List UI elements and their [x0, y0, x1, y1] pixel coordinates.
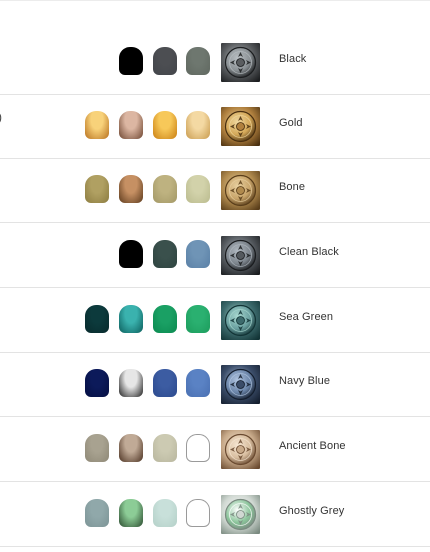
painted-sample-thumbnail[interactable]: [221, 107, 260, 146]
paint-set-row-ghostly-grey[interactable]: Ghostly Grey: [0, 482, 430, 547]
paint-set-row-sea-green[interactable]: Sea Green: [0, 288, 430, 353]
paint-set-row-gold[interactable]: Gold: [0, 94, 430, 159]
paint-pot-swatch[interactable]: [153, 240, 177, 268]
paint-set-name[interactable]: Clean Black: [279, 246, 339, 258]
paint-pot-swatch[interactable]: [186, 434, 210, 462]
painted-sample-thumbnail[interactable]: [221, 430, 260, 469]
painted-sample-thumbnail[interactable]: [221, 171, 260, 210]
paint-pot-swatch[interactable]: [153, 175, 177, 203]
paint-pot-swatch[interactable]: [153, 47, 177, 75]
paint-pot-swatch[interactable]: [119, 369, 143, 397]
top-divider: [0, 0, 430, 1]
paint-pot-swatch[interactable]: [153, 369, 177, 397]
paint-set-row-ancient-bone[interactable]: Ancient Bone: [0, 417, 430, 482]
paint-pot-swatch[interactable]: [85, 175, 109, 203]
painted-sample-thumbnail[interactable]: [221, 301, 260, 340]
paint-set-name[interactable]: Sea Green: [279, 311, 333, 323]
painted-sample-thumbnail[interactable]: [221, 43, 260, 82]
paint-set-row-bone[interactable]: Bone: [0, 158, 430, 223]
paint-set-name[interactable]: Navy Blue: [279, 375, 330, 387]
paint-pot-swatch[interactable]: [119, 111, 143, 139]
paint-set-name[interactable]: Ghostly Grey: [279, 505, 344, 517]
row-divider: [0, 546, 430, 547]
paint-pot-swatch[interactable]: [186, 369, 210, 397]
paint-pot-swatch[interactable]: [85, 499, 109, 527]
paint-pot-swatch[interactable]: [85, 369, 109, 397]
paint-pot-swatch[interactable]: [119, 175, 143, 203]
paint-set-row-clean-black[interactable]: Clean Black: [0, 223, 430, 288]
paint-pot-swatch[interactable]: [119, 499, 143, 527]
paint-set-row-navy-blue[interactable]: Navy Blue: [0, 352, 430, 417]
paint-pot-swatch[interactable]: [186, 240, 210, 268]
paint-pot-swatch[interactable]: [119, 240, 143, 268]
paint-set-row-black[interactable]: Black: [0, 30, 430, 95]
paint-pot-swatch[interactable]: [186, 305, 210, 333]
paint-pot-swatch[interactable]: [186, 47, 210, 75]
paint-pot-swatch[interactable]: [186, 175, 210, 203]
paint-pot-swatch[interactable]: [85, 434, 109, 462]
paint-pot-swatch[interactable]: [186, 499, 210, 527]
paint-pot-swatch[interactable]: [186, 111, 210, 139]
paint-set-name[interactable]: Gold: [279, 117, 303, 129]
paint-pot-swatch[interactable]: [119, 47, 143, 75]
paint-pot-swatch[interactable]: [119, 434, 143, 462]
paint-pot-swatch[interactable]: [153, 499, 177, 527]
painted-sample-thumbnail[interactable]: [221, 236, 260, 275]
painted-sample-thumbnail[interactable]: [221, 365, 260, 404]
paint-set-name[interactable]: Ancient Bone: [279, 440, 346, 452]
paint-pot-swatch[interactable]: [85, 305, 109, 333]
paint-pot-swatch[interactable]: [153, 434, 177, 462]
paint-set-name[interactable]: Bone: [279, 181, 305, 193]
paint-pot-swatch[interactable]: [153, 305, 177, 333]
paint-pot-swatch[interactable]: [153, 111, 177, 139]
paint-pot-swatch[interactable]: [119, 305, 143, 333]
painted-sample-thumbnail[interactable]: [221, 495, 260, 534]
paint-set-name[interactable]: Black: [279, 53, 306, 65]
paint-pot-swatch[interactable]: [85, 111, 109, 139]
